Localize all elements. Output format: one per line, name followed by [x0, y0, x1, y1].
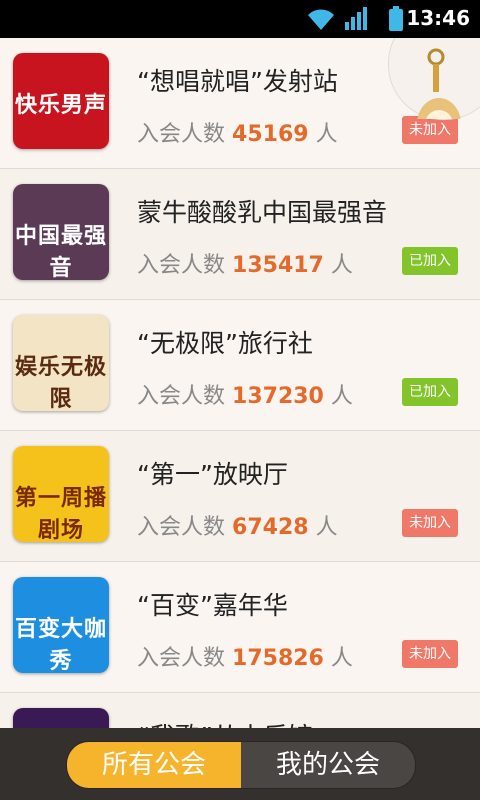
member-count: 入会人数 135417 人: [137, 247, 353, 279]
list-item[interactable]: 第一周播剧场 “第一”放映厅 入会人数 67428 人 未加入: [0, 431, 480, 562]
wifi-icon: [306, 6, 336, 36]
member-prefix: 入会人数: [137, 122, 226, 147]
member-count: 入会人数 45169 人: [137, 116, 338, 148]
list-item[interactable]: 娱乐无极限 “无极限”旅行社 入会人数 137230 人 已加入: [0, 300, 480, 431]
join-status-badge[interactable]: 已加入: [402, 378, 458, 406]
member-number: 67428: [232, 515, 309, 540]
guild-logo: 中国最强音: [13, 184, 109, 280]
member-number: 45169: [232, 122, 309, 147]
member-suffix: 人: [330, 253, 353, 278]
member-prefix: 入会人数: [137, 515, 226, 540]
member-suffix: 人: [330, 646, 353, 671]
tab-my-guilds[interactable]: 我的公会: [241, 742, 415, 788]
signal-icon: [344, 6, 370, 36]
guild-name: “第一”放映厅: [137, 460, 288, 489]
status-bar: 13:46: [0, 0, 480, 38]
guild-name: “想唱就唱”发射站: [137, 67, 338, 96]
member-count: 入会人数 137230 人: [137, 378, 353, 410]
member-prefix: 入会人数: [137, 384, 226, 409]
guild-name: “百变”嘉年华: [137, 591, 288, 620]
pull-tab[interactable]: [388, 38, 480, 150]
join-status-badge[interactable]: 未加入: [402, 509, 458, 537]
mascot-icon: [417, 48, 461, 150]
member-prefix: 入会人数: [137, 646, 226, 671]
battery-icon: [388, 6, 404, 36]
guild-logo: 快乐男声: [13, 53, 109, 149]
logo-text: 快乐男声: [14, 93, 107, 118]
guild-name: “无极限”旅行社: [137, 329, 313, 358]
guild-list[interactable]: 快乐男声 “想唱就唱”发射站 入会人数 45169 人 未加入 中国最强音 蒙牛…: [0, 38, 480, 728]
list-item[interactable]: 百变大咖秀 “百变”嘉年华 入会人数 175826 人 未加入: [0, 562, 480, 693]
member-number: 137230: [232, 384, 324, 409]
tab-all-guilds[interactable]: 所有公会: [67, 742, 241, 788]
member-suffix: 人: [315, 122, 338, 147]
join-status-badge[interactable]: 未加入: [402, 640, 458, 668]
guild-logo: 第一周播剧场: [13, 446, 109, 542]
member-suffix: 人: [315, 515, 338, 540]
segmented-control: 所有公会 我的公会: [66, 741, 416, 789]
list-item[interactable]: 中国最强音 蒙牛酸酸乳中国最强音 入会人数 135417 人 已加入: [0, 169, 480, 300]
member-count: 入会人数 175826 人: [137, 640, 353, 672]
guild-logo: [13, 708, 109, 728]
guild-name: “我歌”从小乐馆: [137, 717, 313, 728]
logo-text: 娱乐无极限: [14, 355, 107, 411]
member-number: 135417: [232, 253, 324, 278]
logo-text: 百变大咖秀: [14, 617, 107, 673]
guild-name: 蒙牛酸酸乳中国最强音: [137, 198, 388, 227]
member-number: 175826: [232, 646, 324, 671]
clock: 13:46: [406, 6, 470, 30]
bottom-tab-bar: 所有公会 我的公会: [0, 728, 480, 800]
join-status-badge[interactable]: 已加入: [402, 247, 458, 275]
logo-text: 第一周播剧场: [14, 486, 107, 542]
guild-logo: 百变大咖秀: [13, 577, 109, 673]
member-suffix: 人: [330, 384, 353, 409]
member-count: 入会人数 67428 人: [137, 509, 338, 541]
guild-logo: 娱乐无极限: [13, 315, 109, 411]
logo-text: 中国最强音: [14, 224, 107, 280]
member-prefix: 入会人数: [137, 253, 226, 278]
list-item[interactable]: “我歌”从小乐馆: [0, 693, 480, 728]
